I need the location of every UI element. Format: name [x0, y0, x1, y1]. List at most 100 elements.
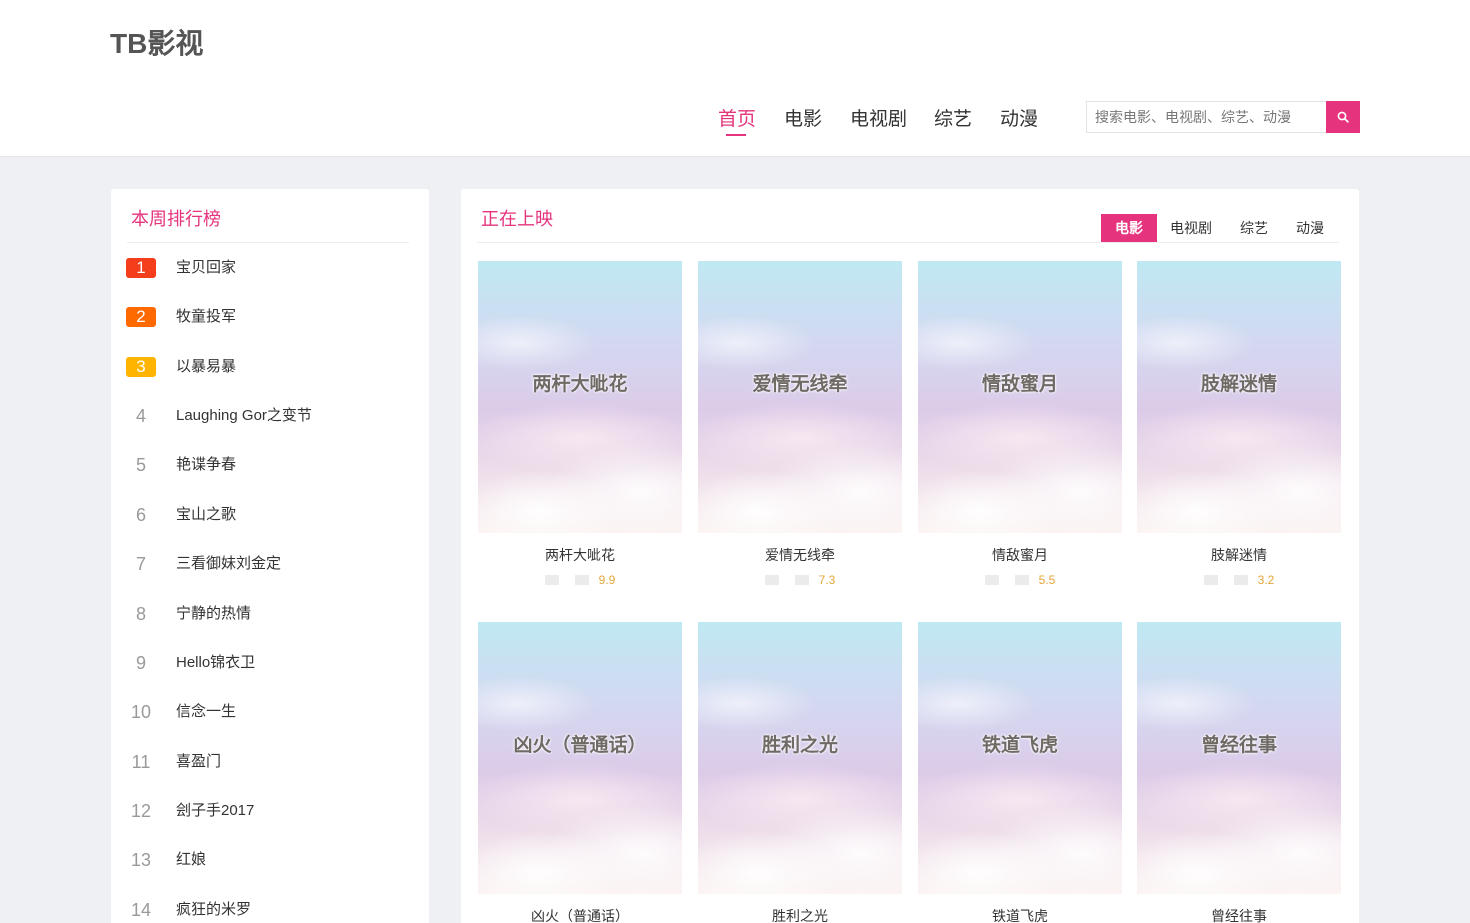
rank-title: 红娘 [176, 851, 207, 868]
star-icon [1014, 575, 1029, 585]
rating-score: 3.2 [1257, 573, 1275, 587]
tab-variety[interactable]: 综艺 [1229, 214, 1279, 242]
ranking-item[interactable]: 10 信念一生 [111, 702, 429, 742]
rank-title: 宝山之歌 [176, 506, 237, 523]
ranking-item[interactable]: 3 以暴易暴 [111, 357, 429, 397]
rank-number: 13 [130, 850, 152, 870]
poster-title-text: 胜利之光 [761, 735, 838, 756]
poster-title-text: 两杆大呲花 [532, 374, 628, 395]
ranking-item[interactable]: 4 Laughing Gor之变节 [111, 406, 429, 446]
rank-number: 1 [126, 258, 156, 278]
nav-item-home[interactable]: 首页 [718, 104, 757, 136]
ranking-item[interactable]: 8 宁静的热情 [111, 604, 429, 644]
movie-title[interactable]: 肢解迷情 [1137, 545, 1341, 565]
star-icon [1203, 575, 1218, 585]
rank-number: 12 [130, 801, 152, 821]
divider [477, 242, 1339, 243]
ranking-item[interactable]: 12 刽子手2017 [111, 801, 429, 841]
nav-item-label: 首页 [718, 109, 757, 130]
ranking-item[interactable]: 5 艳谍争春 [111, 455, 429, 495]
ranking-item[interactable]: 2 牧童投军 [111, 307, 429, 347]
weekly-ranking-panel: 本周排行榜 1 宝贝回家 2 牧童投军 3 以暴易暴 4 Laughing Gor之变节 5 艳谍… [111, 189, 429, 923]
rank-title: 宝贝回家 [176, 259, 237, 276]
movie-poster[interactable]: 肢解迷情 [1137, 261, 1341, 533]
nav-item-label: 动漫 [1000, 109, 1039, 130]
movie-poster[interactable]: 曾经往事 [1137, 622, 1341, 894]
nav-item-tv[interactable]: 电视剧 [850, 104, 907, 131]
rank-title: Laughing Gor之变节 [176, 407, 312, 424]
site-header: TB影视 首页 电影 电视剧 综艺 动漫 [0, 0, 1470, 157]
rank-title: 刽子手2017 [176, 802, 255, 819]
now-showing-title: 正在上映 [481, 209, 553, 229]
rating-stars-icon [764, 575, 811, 585]
star-icon [764, 575, 779, 585]
movie-title[interactable]: 爱情无线牵 [698, 545, 902, 565]
rank-title: 喜盈门 [176, 753, 222, 770]
rank-number: 8 [135, 604, 146, 624]
nav-item-label: 电影 [784, 109, 823, 130]
ranking-item[interactable]: 13 红娘 [111, 850, 429, 890]
movie-poster[interactable]: 胜利之光 [698, 622, 902, 894]
movie-title[interactable]: 两杆大呲花 [478, 545, 682, 565]
rank-title: 牧童投军 [176, 308, 237, 325]
rating-score: 5.5 [1038, 573, 1056, 587]
tab-tv[interactable]: 电视剧 [1163, 214, 1219, 242]
rank-number: 3 [126, 357, 156, 377]
rank-number: 6 [135, 505, 146, 525]
movie-rating: 5.5 [918, 573, 1122, 587]
rank-number: 7 [135, 554, 146, 574]
rating-stars-icon [544, 575, 591, 585]
search-input[interactable] [1086, 101, 1326, 133]
ranking-item[interactable]: 9 Hello锦衣卫 [111, 653, 429, 693]
search-button[interactable] [1326, 101, 1360, 133]
rating-stars-icon [1203, 575, 1250, 585]
movie-poster[interactable]: 情敌蜜月 [918, 261, 1122, 533]
rating-stars-icon [984, 575, 1031, 585]
rank-number: 5 [135, 455, 146, 475]
ranking-item[interactable]: 11 喜盈门 [111, 752, 429, 792]
movie-title[interactable]: 胜利之光 [698, 906, 902, 923]
tab-movie[interactable]: 电影 [1101, 214, 1157, 242]
movie-title[interactable]: 凶火（普通话） [478, 906, 682, 923]
movie-poster[interactable]: 爱情无线牵 [698, 261, 902, 533]
rating-score: 7.3 [818, 573, 836, 587]
ranking-title: 本周排行榜 [131, 209, 221, 229]
nav-item-variety[interactable]: 综艺 [934, 104, 972, 131]
ranking-item[interactable]: 14 疯狂的米罗 [111, 900, 429, 923]
nav-active-indicator [726, 134, 746, 136]
now-showing-panel: 正在上映 电影 电视剧 综艺 动漫 两杆大呲花 两杆大呲花 9.9 爱情无线牵 爱情无线… [461, 189, 1359, 923]
ranking-item[interactable]: 1 宝贝回家 [111, 258, 429, 298]
rank-title: 宁静的热情 [176, 605, 252, 622]
rank-title: Hello锦衣卫 [176, 654, 256, 671]
poster-title-text: 曾经往事 [1200, 735, 1277, 756]
nav-item-movie[interactable]: 电影 [784, 104, 822, 131]
movie-title[interactable]: 情敌蜜月 [918, 545, 1122, 565]
divider [127, 242, 409, 243]
rank-number: 14 [130, 900, 152, 920]
rank-number: 11 [131, 752, 151, 772]
star-icon [544, 575, 559, 585]
nav-item-label: 综艺 [934, 109, 973, 130]
search-icon [1337, 111, 1349, 123]
rank-title: 三看御妹刘金定 [176, 555, 282, 572]
star-icon [984, 575, 999, 585]
rank-number: 9 [135, 653, 146, 673]
movie-poster[interactable]: 铁道飞虎 [918, 622, 1122, 894]
poster-title-text: 铁道飞虎 [981, 735, 1058, 756]
rank-title: 疯狂的米罗 [176, 901, 252, 918]
ranking-item[interactable]: 7 三看御妹刘金定 [111, 554, 429, 594]
star-icon [781, 575, 795, 585]
movie-rating: 9.9 [478, 573, 682, 587]
ranking-item[interactable]: 6 宝山之歌 [111, 505, 429, 545]
movie-title[interactable]: 曾经往事 [1137, 906, 1341, 923]
star-icon [1220, 575, 1234, 585]
tab-anime[interactable]: 动漫 [1285, 214, 1335, 242]
movie-rating: 7.3 [698, 573, 902, 587]
nav-item-anime[interactable]: 动漫 [1000, 104, 1038, 131]
movie-poster[interactable]: 两杆大呲花 [478, 261, 682, 533]
star-icon [561, 575, 575, 585]
movie-title[interactable]: 铁道飞虎 [918, 906, 1122, 923]
movie-poster[interactable]: 凶火（普通话） [478, 622, 682, 894]
star-icon [1233, 575, 1248, 585]
site-logo[interactable]: TB影视 [110, 22, 203, 62]
